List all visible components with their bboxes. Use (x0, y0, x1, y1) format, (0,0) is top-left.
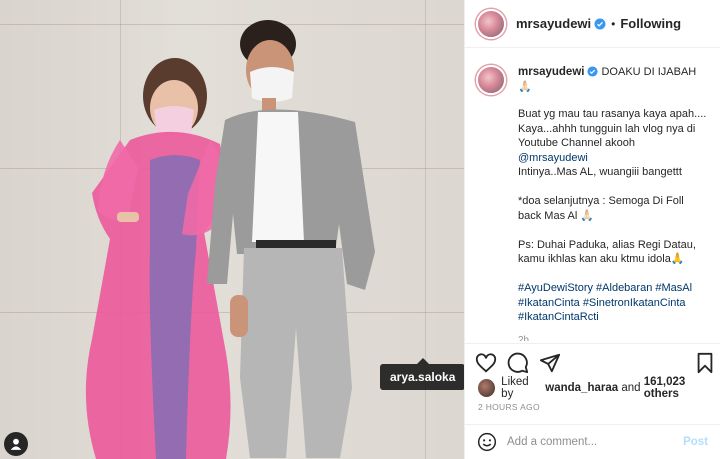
hashtag-link[interactable]: #IkatanCintaRcti (518, 310, 708, 325)
caption-text: Buat yg mau tau rasanya kaya apah.... Ka… (518, 107, 708, 325)
avatar[interactable] (478, 379, 496, 397)
comment-icon[interactable] (507, 352, 529, 374)
emoji-icon[interactable] (477, 432, 497, 452)
caption-timestamp[interactable]: 2h (518, 334, 708, 342)
mention-link[interactable]: @mrsayudewi (518, 151, 708, 166)
caption-line: *doa selanjutnya : Semoga Di Foll (518, 195, 684, 207)
post-comment-button[interactable]: Post (683, 436, 708, 448)
person-icon (10, 438, 22, 450)
verified-badge-icon (594, 18, 606, 29)
post-timestamp[interactable]: 2 HOURS AGO (478, 402, 540, 412)
hashtag-link[interactable]: #IkatanCinta #SinetronIkatanCinta (518, 296, 708, 311)
share-icon[interactable] (539, 352, 561, 374)
caption-line: Buat yg mau tau rasanya kaya apah.... (518, 108, 707, 120)
post-header: mrsayudewi • Following (465, 0, 720, 48)
caption-line: Ps: Duhai Paduka, alias Regi Datau, (518, 238, 696, 251)
user-tag-icon[interactable] (4, 432, 28, 456)
post-photo[interactable]: arya.saloka (0, 0, 464, 459)
likes-prefix: Liked by (501, 376, 529, 400)
likes-summary: Liked by wanda_haraa and 161,023 others (478, 376, 720, 400)
hashtag-link[interactable]: #AyuDewiStory #Aldebaran #MasAl (518, 281, 708, 296)
verified-badge-icon (587, 66, 599, 77)
avatar[interactable] (476, 8, 506, 39)
caption-line: Intinya..Mas AL, wuangiii bangettt (518, 166, 682, 178)
likes-user[interactable]: wanda_haraa (545, 382, 618, 394)
caption-line: kamu ikhlas kan aku ktmu idola🙏 (518, 253, 685, 265)
header-username[interactable]: mrsayudewi (516, 16, 591, 31)
caption-username[interactable]: mrsayudewi (518, 66, 584, 78)
bookmark-icon[interactable] (694, 352, 716, 374)
likes-joiner: and (621, 382, 641, 394)
user-tag-label[interactable]: arya.saloka (380, 358, 464, 390)
following-button[interactable]: Following (620, 16, 681, 31)
man-figure (207, 20, 375, 458)
caption-line: Youtube Channel akooh (518, 137, 636, 149)
caption-avatar[interactable] (476, 65, 506, 95)
comments-section: mrsayudewi DOAKU DI IJABAH🙏🏻 Buat yg mau … (465, 49, 720, 341)
caption-head: mrsayudewi DOAKU DI IJABAH🙏🏻 (518, 65, 708, 95)
caption: mrsayudewi DOAKU DI IJABAH🙏🏻 Buat yg mau … (476, 65, 708, 341)
caption-line: back Mas Al 🙏🏻 (518, 209, 595, 222)
comment-input[interactable] (507, 436, 677, 448)
caption-line: Kaya...ahhh tungguin lah vlog nya di (518, 122, 696, 135)
separator-dot: • (611, 16, 616, 31)
woman-figure (85, 58, 231, 459)
heart-icon[interactable] (475, 352, 497, 374)
post-side-panel: mrsayudewi • Following mrsayudewi DOAKU D… (464, 0, 720, 459)
caption-body: mrsayudewi DOAKU DI IJABAH🙏🏻 Buat yg mau … (518, 65, 708, 341)
likes-others[interactable]: 161,023 others (644, 376, 720, 400)
comment-composer: Post (465, 424, 720, 459)
photo-people-illustration (85, 20, 375, 459)
